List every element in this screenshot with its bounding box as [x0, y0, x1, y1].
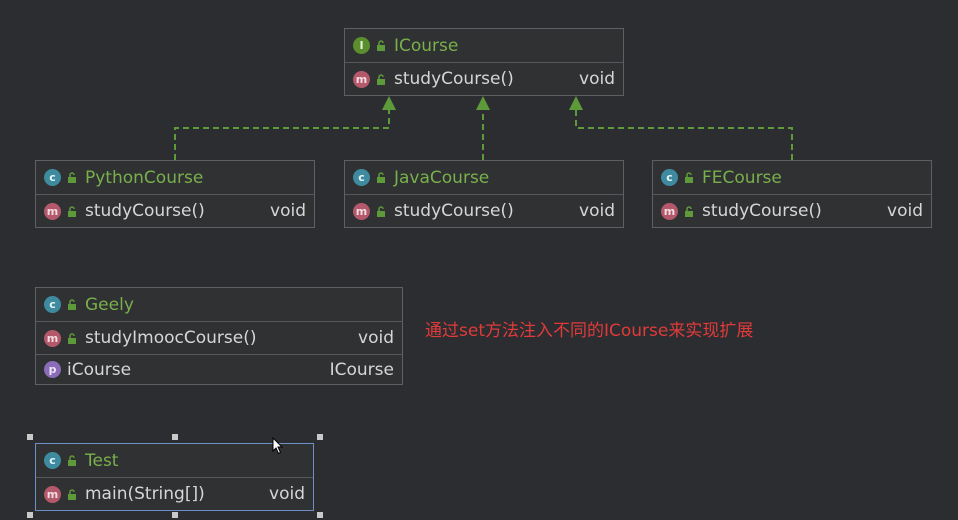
method-icon: m	[353, 70, 370, 88]
method-icon: m	[353, 202, 370, 220]
method-icon: m	[44, 329, 61, 347]
method-name: studyImoocCourse()	[85, 328, 257, 348]
return-type: void	[270, 201, 306, 221]
class-name: JavaCourse	[394, 167, 490, 188]
arrowhead-python	[382, 96, 396, 110]
arrowhead-java	[476, 96, 490, 110]
public-lock-icon	[67, 205, 77, 217]
method-name: studyCourse()	[394, 69, 514, 89]
class-name: FECourse	[702, 167, 782, 188]
resize-handle-n[interactable]	[172, 434, 178, 440]
public-lock-icon	[684, 172, 694, 183]
return-type: void	[579, 201, 615, 221]
pythoncourse-class-box[interactable]: c PythonCourse m studyCourse() void	[35, 160, 315, 228]
method-row[interactable]: m studyImoocCourse() void	[36, 321, 402, 354]
geely-class-box[interactable]: c Geely m studyImoocCourse() void p iCou…	[35, 287, 403, 385]
python-implements-link	[174, 108, 390, 160]
method-row[interactable]: m main(String[]) void	[36, 477, 313, 510]
field-type: ICourse	[329, 359, 394, 380]
resize-handle-sw[interactable]	[27, 512, 33, 518]
arrowhead-fe	[569, 96, 583, 110]
class-icon: c	[44, 169, 61, 186]
return-type: void	[269, 484, 305, 504]
method-icon: m	[661, 202, 678, 220]
method-row[interactable]: m studyCourse() void	[345, 62, 623, 95]
geely-header[interactable]: c Geely	[36, 288, 402, 321]
resize-handle-nw[interactable]	[27, 434, 33, 440]
resize-handle-ne[interactable]	[317, 434, 323, 440]
public-lock-icon	[684, 205, 694, 217]
pythoncourse-header[interactable]: c PythonCourse	[36, 161, 314, 194]
icourse-header[interactable]: I ICourse	[345, 29, 623, 62]
annotation-note: 通过set方法注入不同的ICourse来实现扩展	[425, 321, 754, 341]
mouse-cursor-icon	[272, 436, 284, 459]
icourse-interface-box[interactable]: I ICourse m studyCourse() void	[344, 28, 624, 96]
class-icon: c	[44, 452, 61, 469]
javacourse-header[interactable]: c JavaCourse	[345, 161, 623, 194]
class-icon: c	[353, 169, 370, 186]
resize-handle-se[interactable]	[317, 512, 323, 518]
javacourse-class-box[interactable]: c JavaCourse m studyCourse() void	[344, 160, 624, 228]
fe-implements-link	[575, 108, 793, 160]
public-lock-icon	[376, 73, 386, 85]
return-type: void	[579, 69, 615, 89]
method-name: studyCourse()	[85, 201, 205, 221]
method-name: studyCourse()	[702, 201, 822, 221]
fecourse-header[interactable]: c FECourse	[653, 161, 931, 194]
method-row[interactable]: m studyCourse() void	[345, 194, 623, 227]
return-type: void	[358, 328, 394, 348]
method-name: main(String[])	[85, 484, 205, 504]
return-type: void	[887, 201, 923, 221]
public-lock-icon	[67, 172, 77, 183]
class-name: ICourse	[394, 35, 459, 56]
public-lock-icon	[376, 205, 386, 217]
method-name: studyCourse()	[394, 201, 514, 221]
public-lock-icon	[67, 455, 77, 466]
class-name: PythonCourse	[85, 167, 204, 188]
method-row[interactable]: m studyCourse() void	[36, 194, 314, 227]
method-icon: m	[44, 202, 61, 220]
resize-handle-s[interactable]	[172, 512, 178, 518]
field-icon: p	[44, 361, 61, 378]
field-name: iCourse	[67, 359, 132, 380]
class-icon: c	[44, 296, 61, 313]
class-icon: c	[661, 169, 678, 186]
public-lock-icon	[67, 332, 77, 344]
public-lock-icon	[67, 488, 77, 500]
method-icon: m	[44, 485, 61, 503]
interface-icon: I	[353, 37, 370, 54]
fecourse-class-box[interactable]: c FECourse m studyCourse() void	[652, 160, 932, 228]
field-row[interactable]: p iCourse ICourse	[36, 354, 402, 384]
uml-canvas[interactable]: I ICourse m studyCourse() void c PythonC…	[0, 0, 958, 520]
method-row[interactable]: m studyCourse() void	[653, 194, 931, 227]
class-name: Geely	[85, 294, 134, 315]
public-lock-icon	[376, 172, 386, 183]
public-lock-icon	[67, 299, 77, 310]
public-lock-icon	[376, 40, 386, 51]
